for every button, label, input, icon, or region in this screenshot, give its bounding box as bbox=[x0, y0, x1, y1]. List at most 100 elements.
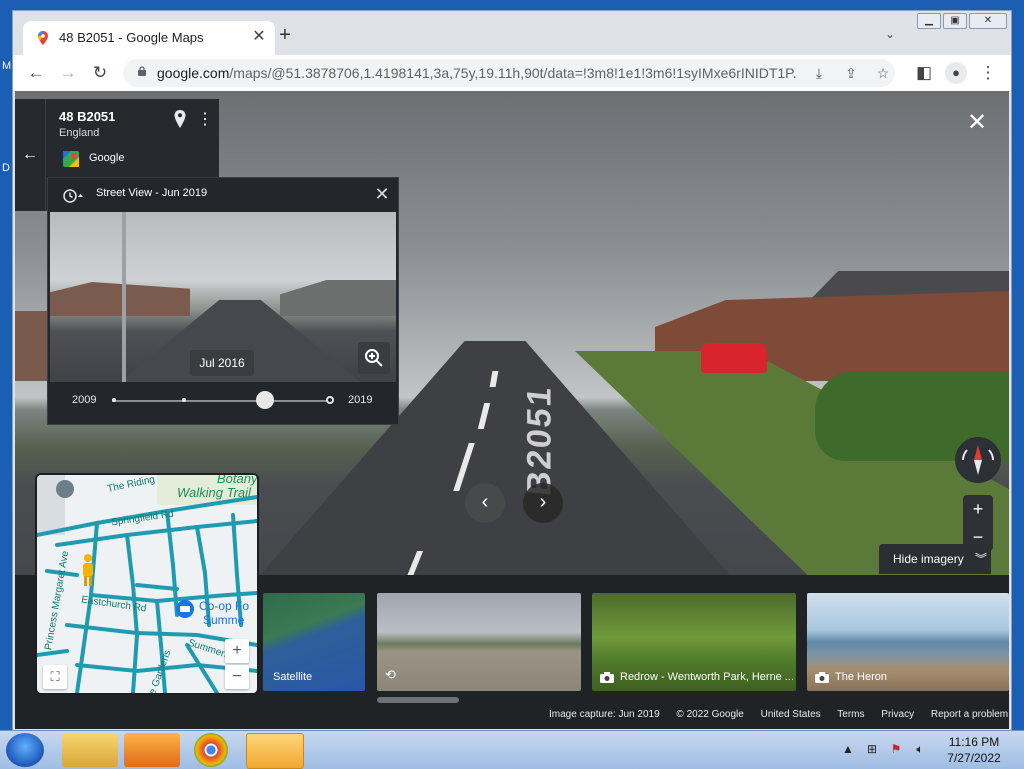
preview-pole bbox=[122, 212, 126, 382]
year-max-label: 2019 bbox=[348, 394, 373, 406]
thumb-redrow[interactable]: Redrow - Wentworth Park, Herne ... bbox=[592, 593, 796, 691]
new-tab-button[interactable]: + bbox=[275, 25, 295, 45]
thumb-satellite[interactable]: Satellite bbox=[263, 593, 365, 691]
thumb-label: The Heron bbox=[835, 671, 887, 683]
history-clock-icon[interactable] bbox=[62, 188, 84, 204]
slider-tick[interactable] bbox=[326, 396, 334, 404]
street-view-viewport[interactable]: B2051 ← 48 B2051 England ⋮ Google Street… bbox=[15, 91, 1009, 729]
camera-icon bbox=[815, 672, 829, 683]
forward-arrow-icon[interactable]: → bbox=[57, 62, 79, 84]
reload-icon[interactable]: ↻ bbox=[89, 62, 111, 84]
hide-imagery-button[interactable]: Hide imagery ︾ bbox=[879, 544, 991, 574]
tab-search-chevron-icon[interactable]: ⌄ bbox=[885, 27, 895, 41]
url-host: google.com bbox=[157, 65, 230, 81]
pegman-icon[interactable] bbox=[79, 553, 97, 589]
tab-close-icon[interactable]: ✕ bbox=[249, 27, 269, 47]
provider-name: Google bbox=[89, 152, 125, 164]
report-problem-link[interactable]: Report a problem bbox=[931, 709, 1008, 720]
google-maps-favicon-icon bbox=[38, 31, 48, 45]
nav-prev-arrow-icon[interactable]: ‹ bbox=[465, 483, 505, 523]
thumb-the-heron[interactable]: The Heron bbox=[807, 593, 1009, 691]
file-explorer-icon[interactable] bbox=[62, 733, 118, 767]
back-to-map-icon[interactable]: ← bbox=[15, 99, 46, 211]
scene-red-car bbox=[701, 343, 767, 373]
tab-title: 48 B2051 - Google Maps bbox=[59, 30, 204, 45]
control-panel-icon[interactable] bbox=[246, 733, 304, 769]
photosphere-360-icon: ⟲ bbox=[385, 667, 396, 682]
preview-house bbox=[280, 280, 396, 316]
collapse-chevron-icon: ︾ bbox=[975, 552, 988, 566]
compass-icon[interactable] bbox=[955, 437, 1001, 483]
location-region: England bbox=[59, 127, 100, 139]
map-label-coop: Co-op Fo bbox=[199, 599, 250, 613]
time-machine-panel: Street View - Jun 2019 ✕ Jul 2016 2009 2… bbox=[47, 177, 399, 425]
mini-map[interactable]: The Riding Botany Walking Trail Springfi… bbox=[35, 473, 259, 695]
bookmark-star-icon[interactable]: ☆ bbox=[873, 63, 893, 83]
close-window-button[interactable]: ✕ bbox=[969, 13, 1007, 29]
thumb-label: Redrow - Wentworth Park, Herne ... bbox=[620, 671, 795, 683]
thumb-label: Satellite bbox=[273, 671, 313, 683]
more-options-icon[interactable]: ⋮ bbox=[197, 109, 213, 129]
clock-time[interactable]: 11:16 PM bbox=[944, 735, 1004, 749]
profile-avatar-icon[interactable]: ● bbox=[945, 62, 967, 84]
historical-preview-image[interactable]: Jul 2016 bbox=[50, 212, 396, 382]
google-maps-logo-icon bbox=[63, 151, 79, 167]
tab-google-maps[interactable]: 48 B2051 - Google Maps ✕ bbox=[23, 21, 275, 55]
camera-icon bbox=[600, 672, 614, 683]
road-marking-text: B2051 bbox=[520, 383, 559, 498]
maximize-button[interactable]: ▣ bbox=[943, 13, 967, 29]
lock-icon bbox=[138, 66, 146, 76]
close-street-view-icon[interactable]: ✕ bbox=[965, 111, 989, 135]
address-bar[interactable]: google.com/maps/@51.3878706,1.4198141,3a… bbox=[123, 59, 895, 87]
minimap-zoom-out-button[interactable]: − bbox=[225, 665, 249, 689]
preview-date-chip: Jul 2016 bbox=[190, 350, 254, 376]
side-panel-icon[interactable]: ◧ bbox=[913, 62, 935, 84]
map-label-summer: Summe bbox=[203, 613, 245, 627]
country-link[interactable]: United States bbox=[761, 709, 821, 720]
chrome-icon[interactable] bbox=[194, 733, 228, 767]
terms-link[interactable]: Terms bbox=[837, 709, 864, 720]
desktop-fragment: M bbox=[2, 60, 12, 72]
close-time-machine-icon[interactable]: ✕ bbox=[372, 184, 392, 204]
media-player-icon[interactable] bbox=[124, 733, 180, 767]
minimap-zoom-in-button[interactable]: + bbox=[225, 639, 249, 663]
slider-tick[interactable] bbox=[182, 398, 186, 402]
volume-icon[interactable]: 🔈︎ bbox=[912, 741, 928, 757]
install-app-icon[interactable]: ⤓ bbox=[809, 63, 829, 83]
year-min-label: 2009 bbox=[72, 394, 97, 406]
clock-date[interactable]: 7/27/2022 bbox=[944, 751, 1004, 765]
date-slider-track[interactable] bbox=[112, 391, 334, 409]
action-center-flag-icon[interactable]: ⚑ bbox=[888, 741, 904, 757]
privacy-link[interactable]: Privacy bbox=[881, 709, 914, 720]
zoom-in-button[interactable]: + bbox=[963, 495, 993, 523]
browser-window: 48 B2051 - Google Maps ✕ + ⌄ ▁ ▣ ✕ ← → ↻… bbox=[12, 10, 1012, 732]
share-icon[interactable]: ⇪ bbox=[841, 63, 861, 83]
hide-imagery-label: Hide imagery bbox=[893, 552, 964, 566]
location-pin-icon[interactable] bbox=[173, 109, 187, 129]
menu-kebab-icon[interactable]: ⋮ bbox=[977, 62, 999, 84]
nav-next-arrow-icon[interactable]: › bbox=[523, 483, 563, 523]
taskbar: ▲ ⊞ ⚑ 🔈︎ 11:16 PM 7/27/2022 bbox=[0, 730, 1024, 769]
network-icon[interactable]: ⊞ bbox=[864, 741, 880, 757]
browser-toolbar: ← → ↻ google.com/maps/@51.3878706,1.4198… bbox=[13, 55, 1011, 91]
minimize-button[interactable]: ▁ bbox=[917, 13, 941, 29]
thumb-photosphere[interactable]: ⟲ bbox=[377, 593, 581, 691]
url-path: /maps/@51.3878706,1.4198141,3a,75y,19.11… bbox=[229, 65, 797, 81]
copyright: © 2022 Google bbox=[676, 709, 744, 720]
time-machine-title: Street View - Jun 2019 bbox=[96, 187, 208, 199]
tray-overflow-icon[interactable]: ▲ bbox=[840, 741, 856, 757]
preview-house bbox=[50, 282, 190, 316]
strip-scrollbar[interactable] bbox=[377, 697, 459, 703]
fullscreen-icon[interactable]: ⛶ bbox=[43, 665, 67, 689]
map-footer: Image capture: Jun 2019 © 2022 Google Un… bbox=[549, 709, 1009, 725]
back-arrow-icon[interactable]: ← bbox=[25, 62, 47, 84]
start-button[interactable] bbox=[6, 733, 44, 767]
image-capture-date: Image capture: Jun 2019 bbox=[549, 709, 660, 720]
zoom-in-magnifier-icon[interactable] bbox=[358, 342, 390, 374]
date-slider-knob[interactable] bbox=[255, 391, 274, 409]
slider-tick[interactable] bbox=[112, 398, 116, 402]
tab-strip: 48 B2051 - Google Maps ✕ + ⌄ ▁ ▣ ✕ bbox=[13, 11, 1011, 55]
desktop-fragment: D bbox=[2, 162, 10, 174]
location-address: 48 B2051 bbox=[59, 109, 116, 124]
url-text: google.com/maps/@51.3878706,1.4198141,3a… bbox=[157, 65, 797, 81]
